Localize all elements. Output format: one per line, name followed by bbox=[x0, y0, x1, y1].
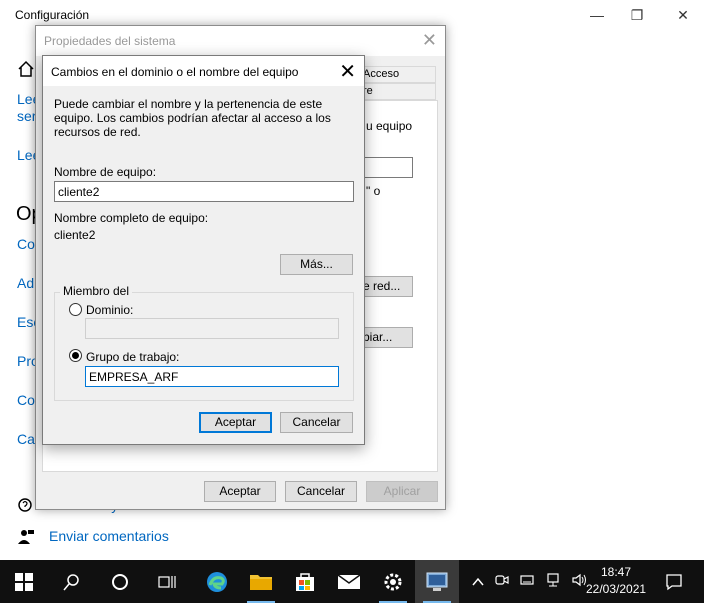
search-icon bbox=[63, 573, 79, 590]
settings-taskbar-button[interactable] bbox=[371, 560, 415, 603]
dialog-description: Puede cambiar el nombre y la pertenencia… bbox=[54, 97, 331, 139]
windows-icon bbox=[15, 572, 33, 591]
taskbar: 18:47 22/03/2021 bbox=[0, 560, 704, 603]
sysprops-titlebar: Propiedades del sistema ✕ bbox=[36, 26, 445, 56]
task-view-button[interactable] bbox=[146, 560, 190, 603]
network-id-button[interactable]: e red... bbox=[358, 276, 413, 297]
workgroup-label: Grupo de trabajo: bbox=[86, 350, 180, 364]
home-icon[interactable] bbox=[17, 60, 35, 81]
chevron-up-icon[interactable] bbox=[472, 574, 484, 590]
network-icon[interactable] bbox=[545, 573, 561, 590]
task-view-icon bbox=[158, 575, 176, 588]
store-button[interactable] bbox=[283, 560, 327, 603]
settings-title: Configuración bbox=[15, 8, 90, 22]
mail-button[interactable] bbox=[327, 560, 371, 603]
domain-label: Dominio: bbox=[86, 303, 134, 317]
sysprops-apply-button[interactable]: Aplicar bbox=[366, 481, 438, 502]
domain-input[interactable] bbox=[85, 318, 339, 339]
side-item-2[interactable]: Ad bbox=[17, 275, 34, 291]
action-center-button[interactable] bbox=[652, 560, 696, 603]
computer-name-label: Nombre de equipo: bbox=[54, 165, 157, 179]
domain-radio[interactable] bbox=[69, 303, 82, 316]
dialog-close-icon[interactable]: ✕ bbox=[339, 59, 356, 84]
sysprops-close-icon[interactable]: ✕ bbox=[422, 30, 437, 51]
member-of-label: Miembro del bbox=[60, 284, 133, 298]
side-item-6[interactable]: Ca bbox=[17, 431, 35, 447]
feedback-link[interactable]: Enviar comentarios bbox=[49, 528, 169, 544]
computer-name-input[interactable]: cliente2 bbox=[54, 181, 354, 202]
side-item-5[interactable]: Co bbox=[17, 392, 35, 408]
dialog-title: Cambios en el dominio o el nombre del eq… bbox=[51, 65, 299, 79]
workgroup-radio[interactable] bbox=[69, 349, 82, 362]
gear-icon bbox=[384, 573, 402, 590]
edge-button[interactable] bbox=[195, 560, 239, 603]
system-properties-taskbar-button[interactable] bbox=[415, 560, 459, 603]
ok-button[interactable]: Aceptar bbox=[199, 412, 272, 433]
cortana-button[interactable] bbox=[98, 560, 142, 603]
folder-icon bbox=[250, 574, 272, 590]
sysprops-text-o: " o bbox=[366, 184, 381, 198]
sysprops-text-equipo: u equipo bbox=[366, 119, 413, 133]
sysprops-ok-button[interactable]: Aceptar bbox=[204, 481, 276, 502]
workgroup-input[interactable]: EMPRESA_ARF bbox=[85, 366, 339, 387]
tab-remote-access[interactable]: Acceso remoto bbox=[358, 66, 436, 95]
notification-icon bbox=[666, 573, 682, 590]
file-explorer-button[interactable] bbox=[239, 560, 283, 603]
search-button[interactable] bbox=[50, 560, 94, 603]
clock-date: 22/03/2021 bbox=[586, 582, 647, 596]
change-button[interactable]: biar... bbox=[358, 327, 413, 348]
tab-hardware[interactable]: re bbox=[358, 83, 436, 100]
system-tray bbox=[466, 560, 594, 603]
computer-name-dialog: Cambios en el dominio o el nombre del eq… bbox=[42, 55, 365, 445]
cortana-icon bbox=[112, 573, 128, 590]
dialog-titlebar: Cambios en el dominio o el nombre del eq… bbox=[43, 56, 364, 86]
sysprops-description-field[interactable] bbox=[358, 157, 413, 178]
full-name-value: cliente2 bbox=[54, 228, 96, 242]
sysprops-cancel-button[interactable]: Cancelar bbox=[285, 481, 357, 502]
cancel-button[interactable]: Cancelar bbox=[280, 412, 353, 433]
clock-time: 18:47 bbox=[600, 565, 632, 579]
store-icon bbox=[296, 572, 314, 591]
edge-icon bbox=[207, 571, 227, 592]
meet-now-icon[interactable] bbox=[495, 573, 509, 590]
computer-icon bbox=[426, 572, 448, 591]
clock[interactable]: 18:47 22/03/2021 bbox=[586, 564, 646, 598]
sysprops-title: Propiedades del sistema bbox=[44, 34, 176, 48]
more-button[interactable]: Más... bbox=[280, 254, 353, 275]
keyboard-icon[interactable] bbox=[520, 573, 534, 590]
side-link-1b[interactable]: ser bbox=[17, 108, 36, 124]
close-button[interactable]: ✕ bbox=[660, 0, 704, 30]
feedback-icon bbox=[17, 528, 35, 549]
mail-icon bbox=[337, 573, 361, 589]
start-button[interactable] bbox=[2, 560, 46, 603]
restore-button[interactable]: ❐ bbox=[614, 0, 660, 30]
help-icon bbox=[17, 497, 35, 518]
full-name-label: Nombre completo de equipo: bbox=[54, 211, 209, 225]
side-item-1[interactable]: Co bbox=[17, 236, 35, 252]
